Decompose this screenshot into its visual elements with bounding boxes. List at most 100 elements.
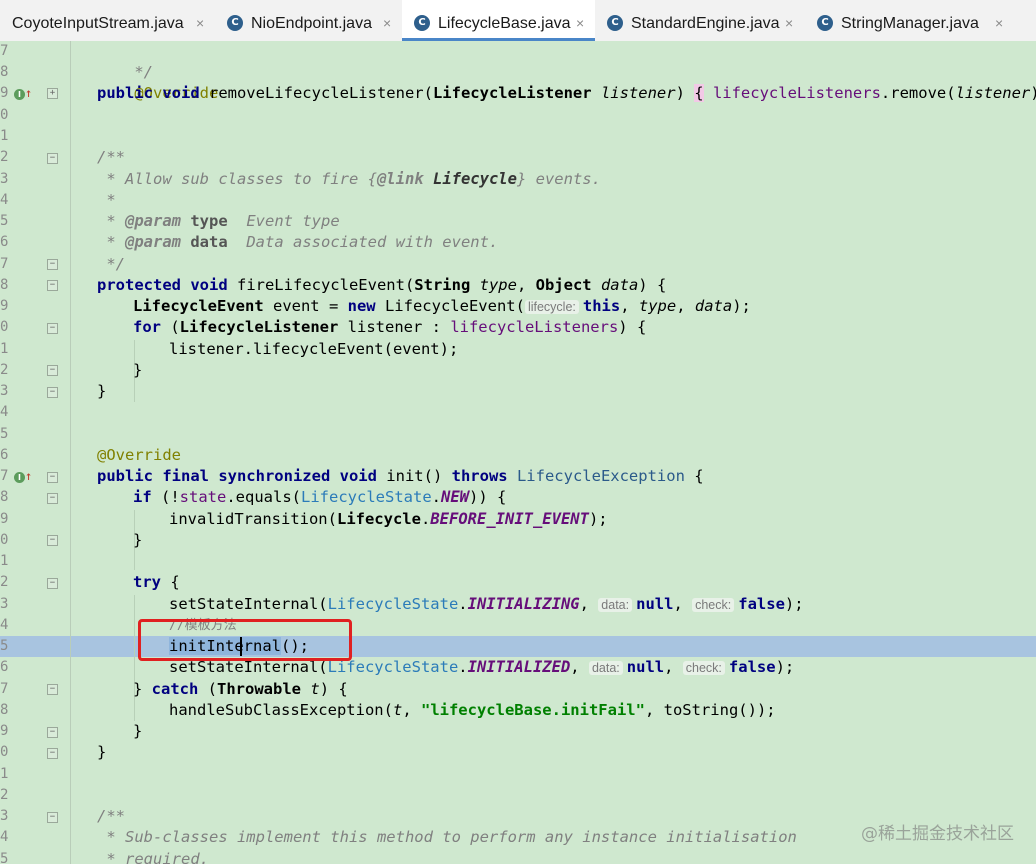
line-number: 7 (0, 681, 9, 697)
code-line: * (97, 190, 115, 211)
comment-text: Event type (227, 212, 340, 230)
code-editor[interactable]: 7 8 9 0 1 2 3 4 5 6 7 8 9 0 1 2 3 4 5 6 … (0, 41, 1036, 864)
close-icon[interactable]: × (785, 0, 793, 41)
comment-text: Data associated with event. (227, 233, 499, 251)
punctuation: ); (784, 595, 804, 613)
fold-collapse-icon[interactable]: − (47, 323, 58, 334)
code-line: LifecycleEvent event = new LifecycleEven… (133, 296, 751, 317)
code-line: /** (97, 147, 125, 168)
highlight-annotation-box (138, 619, 352, 661)
fold-collapse-icon[interactable]: − (47, 280, 58, 291)
enum-constant: INITIALIZED (467, 658, 571, 676)
close-icon[interactable]: × (995, 0, 1003, 41)
line-number: 7 (0, 468, 9, 484)
doc-param-name: data (190, 233, 228, 251)
code-line: public void removeLifecycleListener(Life… (97, 83, 1036, 104)
fold-collapse-icon[interactable]: − (47, 812, 58, 823)
fold-collapse-icon[interactable]: − (47, 493, 58, 504)
implements-method-icon[interactable]: I (14, 89, 25, 100)
tab-nioendpoint[interactable]: C NioEndpoint.java × (215, 0, 402, 41)
punctuation: . (431, 488, 441, 506)
type-name: LifecycleListener (179, 318, 348, 336)
fold-collapse-icon[interactable]: − (47, 153, 58, 164)
line-number: 2 (0, 149, 9, 165)
parameter: type (638, 297, 677, 315)
line-number: 5 (0, 638, 9, 654)
tab-label: CoyoteInputStream.java (12, 15, 184, 32)
type-name: LifecycleEvent (133, 297, 273, 315)
fold-collapse-icon[interactable]: − (47, 472, 58, 483)
punctuation: { (161, 573, 180, 591)
code-line: public final synchronized void init() th… (97, 466, 704, 487)
punctuation: )) { (469, 488, 507, 506)
punctuation: (! (161, 488, 180, 506)
doc-tag: @param (125, 233, 181, 251)
line-number: 1 (0, 553, 9, 569)
line-number: 2 (0, 362, 9, 378)
comment-start: /** (97, 148, 125, 166)
method-call: setStateInternal( (169, 595, 328, 613)
line-number: 3 (0, 808, 9, 824)
line-number: 8 (0, 64, 9, 80)
method-call: invalidTransition( (169, 510, 337, 528)
punctuation: { (684, 467, 704, 485)
up-arrow-icon[interactable]: ↑ (25, 470, 32, 482)
type-name: LifecycleException (516, 467, 685, 485)
comment-text (181, 233, 190, 251)
field-name: lifecycleListeners (450, 318, 619, 336)
fold-collapse-icon[interactable]: − (47, 535, 58, 546)
tab-label: NioEndpoint.java (251, 15, 372, 32)
folded-brace: { (694, 84, 704, 102)
fold-collapse-icon[interactable]: − (47, 387, 58, 398)
line-number: 0 (0, 319, 9, 335)
tab-lifecyclebase[interactable]: C LifecycleBase.java × (402, 0, 595, 41)
close-icon[interactable]: × (576, 0, 584, 41)
line-number: 6 (0, 234, 9, 250)
indent-guide (134, 595, 135, 721)
java-class-icon: C (817, 15, 833, 31)
line-number: 6 (0, 447, 9, 463)
code-line: * Sub-classes implement this method to p… (97, 827, 797, 848)
keyword: for (133, 318, 171, 336)
enum-constant: INITIALIZING (467, 595, 580, 613)
code-line: } catch (Throwable t) { (133, 679, 348, 700)
tab-standardengine[interactable]: C StandardEngine.java × (595, 0, 805, 41)
field-name: lifecycleListeners (703, 84, 881, 102)
fold-expand-icon[interactable]: + (47, 88, 58, 99)
method-name: init() (386, 467, 452, 485)
close-icon[interactable]: × (383, 0, 391, 41)
code-line: } (133, 530, 142, 551)
keyword: this (582, 297, 621, 315)
punctuation: , (673, 595, 693, 613)
fold-collapse-icon[interactable]: − (47, 365, 58, 376)
comment-text: * (97, 212, 125, 230)
tab-stringmanager[interactable]: C StringManager.java × (805, 0, 1036, 41)
code-line: protected void fireLifecycleEvent(String… (97, 275, 666, 296)
variable: event = (272, 297, 348, 315)
code-line: @Override (97, 62, 218, 102)
fold-collapse-icon[interactable]: − (47, 684, 58, 695)
keyword: new (347, 297, 385, 315)
closing-brace: } (97, 743, 107, 761)
tab-coyoteinputstream[interactable]: CoyoteInputStream.java × (0, 0, 215, 41)
implements-method-icon[interactable]: I (14, 472, 25, 483)
comment-end: */ (97, 255, 125, 273)
fold-collapse-icon[interactable]: − (47, 727, 58, 738)
punctuation: , (644, 701, 664, 719)
method-call: toString()); (663, 701, 776, 719)
punctuation: ); (732, 297, 751, 315)
up-arrow-icon[interactable]: ↑ (25, 87, 32, 99)
code-line: */ (97, 41, 153, 81)
fold-collapse-icon[interactable]: − (47, 259, 58, 270)
fold-collapse-icon[interactable]: − (47, 748, 58, 759)
enum-constant: NEW (441, 488, 469, 506)
punctuation: ( (170, 318, 180, 336)
code-line: * required. (97, 849, 209, 864)
type-name: String (414, 276, 480, 294)
keyword: false (728, 658, 776, 676)
line-number: 9 (0, 298, 9, 314)
tab-label: LifecycleBase.java (438, 15, 571, 32)
close-icon[interactable]: × (196, 0, 204, 41)
fold-collapse-icon[interactable]: − (47, 578, 58, 589)
keyword: null (636, 595, 674, 613)
